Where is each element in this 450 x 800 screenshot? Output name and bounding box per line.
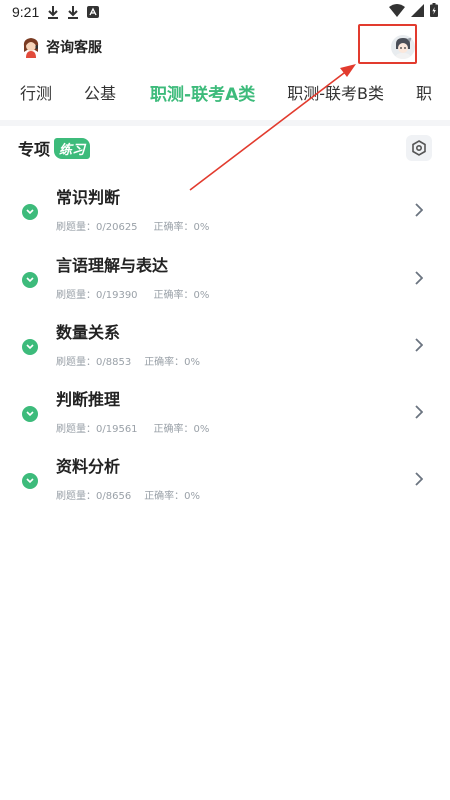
practice-item-stats: 刷题量：0/8853 正确率：0% [56,353,200,368]
practice-item-stats: 刷题量：0/8656 正确率：0% [56,487,200,502]
expand-chevron-icon[interactable] [22,339,38,355]
section-badge: 练习 [54,137,91,159]
practice-item-title: 数量关系 [56,323,121,342]
practice-item-changshi[interactable]: 常识判断 刷题量：0/20625 正确率：0% [0,184,450,244]
chevron-right-icon[interactable] [412,471,426,487]
customer-service-button[interactable]: 咨询客服 [20,36,102,58]
tab-gongji[interactable]: 公基 [52,80,116,104]
status-time: 9:21 [12,4,40,20]
hexagon-settings-icon [412,140,426,156]
accuracy-rate: 正确率：0% [144,357,201,368]
question-count: 刷题量：0/19561 [56,424,138,435]
practice-item-shuliang[interactable]: 数量关系 刷题量：0/8853 正确率：0% [0,319,450,379]
accuracy-rate: 正确率：0% [153,222,210,233]
practice-item-stats: 刷题量：0/20625 正确率：0% [56,218,209,233]
chevron-right-icon[interactable] [412,337,426,353]
tab-zhice-liankao-a[interactable]: 职测-联考A类 [116,80,255,105]
practice-item-stats: 刷题量：0/19561 正确率：0% [56,420,209,435]
accuracy-rate: 正确率：0% [153,424,210,435]
practice-item-ziliao[interactable]: 资料分析 刷题量：0/8656 正确率：0% [0,453,450,513]
practice-item-panduan[interactable]: 判断推理 刷题量：0/19561 正确率：0% [0,386,450,446]
practice-item-title: 言语理解与表达 [56,256,169,275]
practice-item-yanyu[interactable]: 言语理解与表达 刷题量：0/19390 正确率：0% [0,252,450,312]
section-divider [0,120,450,126]
section-title: 专项 [18,140,51,159]
practice-item-title: 判断推理 [56,390,121,409]
chevron-right-icon[interactable] [412,202,426,218]
expand-chevron-icon[interactable] [22,473,38,489]
accuracy-rate: 正确率：0% [153,290,210,301]
expand-chevron-icon[interactable] [22,272,38,288]
tab-more-truncated[interactable]: 职 [384,80,432,104]
practice-settings-button[interactable] [406,135,432,161]
customer-service-avatar-icon [20,36,42,58]
practice-item-title: 常识判断 [56,188,121,207]
question-count: 刷题量：0/20625 [56,222,138,233]
signal-icon [411,3,424,21]
tab-zhice-liankao-b[interactable]: 职测-联考B类 [255,80,384,104]
tab-xingce[interactable]: 行测 [0,80,52,104]
expand-chevron-icon[interactable] [22,204,38,220]
customer-service-label: 咨询客服 [46,40,102,56]
practice-item-title: 资料分析 [56,457,121,476]
text-notification-icon [87,5,100,19]
subject-tabs: 行测 公基 职测-联考A类 职测-联考B类 职 [0,70,450,114]
download-icon [67,5,79,19]
annotation-highlight-box [358,24,417,64]
question-count: 刷题量：0/8853 [56,357,132,368]
practice-item-stats: 刷题量：0/19390 正确率：0% [56,286,209,301]
battery-charging-icon [430,3,438,21]
question-count: 刷题量：0/8656 [56,491,132,502]
wifi-icon [389,3,405,21]
accuracy-rate: 正确率：0% [144,491,201,502]
chevron-right-icon[interactable] [412,270,426,286]
expand-chevron-icon[interactable] [22,406,38,422]
download-icon [47,5,59,19]
chevron-right-icon[interactable] [412,404,426,420]
question-count: 刷题量：0/19390 [56,290,138,301]
section-header: 专项 练习 [18,135,432,161]
status-bar: 9:21 [0,0,450,24]
